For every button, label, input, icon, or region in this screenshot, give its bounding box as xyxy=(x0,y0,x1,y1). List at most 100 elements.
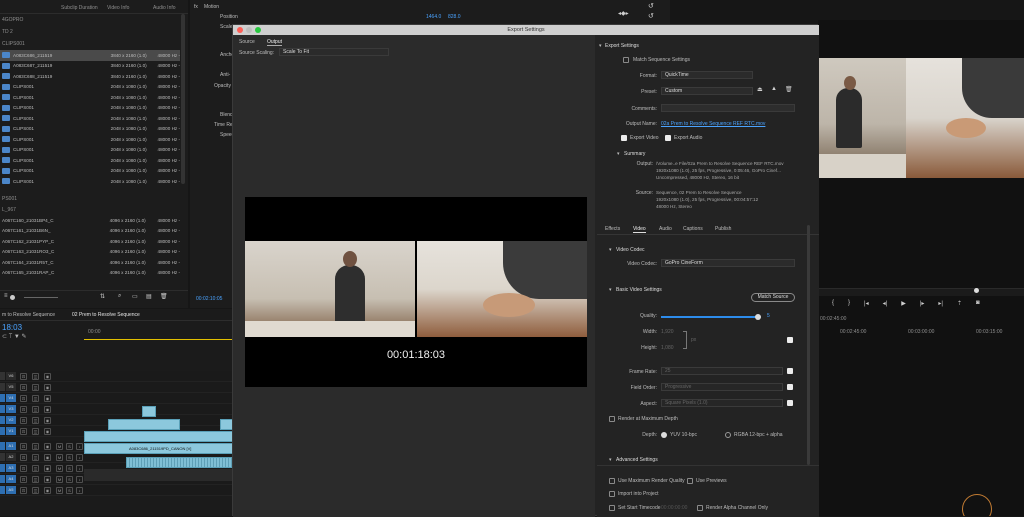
video-clip-v2[interactable] xyxy=(84,431,234,442)
sync-icon[interactable]: ◫ xyxy=(32,454,39,461)
list-view-icon[interactable]: ≡ xyxy=(4,293,8,299)
frame-rate-checkbox[interactable] xyxy=(787,368,793,374)
lock-icon[interactable]: ⊡ xyxy=(20,384,27,391)
sync-icon[interactable]: ◫ xyxy=(32,417,39,424)
mute-icon[interactable]: M xyxy=(56,443,63,450)
render-alpha-checkbox[interactable] xyxy=(697,505,703,511)
aspect-checkbox[interactable] xyxy=(787,400,793,406)
lock-icon[interactable]: ⊡ xyxy=(20,465,27,472)
track-target[interactable]: A1 xyxy=(6,442,16,450)
track-target[interactable]: V3 xyxy=(6,405,16,413)
export-audio-checkbox[interactable] xyxy=(665,135,671,141)
import-project-checkbox[interactable] xyxy=(609,491,615,497)
go-to-out-icon[interactable]: ▸| xyxy=(938,300,943,307)
mute-icon[interactable]: M xyxy=(56,465,63,472)
bin-label[interactable]: TD 2 xyxy=(2,29,13,35)
play-icon[interactable]: ▶ xyxy=(901,300,906,307)
tab-effects[interactable]: Effects xyxy=(605,226,620,232)
mute-icon[interactable]: M xyxy=(56,476,63,483)
bin-label[interactable]: PS001 xyxy=(2,196,17,202)
lock-icon[interactable]: ⊡ xyxy=(20,373,27,380)
seq-tab[interactable]: 02 Prem to Resolve Sequence xyxy=(72,312,140,318)
bin-label[interactable]: CLIPS001 xyxy=(2,41,25,47)
eye-icon[interactable]: ◉ xyxy=(44,384,51,391)
sync-icon[interactable]: ◫ xyxy=(32,428,39,435)
eye-icon[interactable]: ◉ xyxy=(44,487,51,494)
disclosure-icon[interactable]: ▾ xyxy=(609,457,612,463)
reset-icon[interactable]: ↺ xyxy=(648,2,654,10)
frame-rate-dropdown[interactable]: 25 xyxy=(661,367,783,375)
basic-video-header[interactable]: Basic Video Settings xyxy=(616,287,662,293)
keyframe-nav-icon[interactable]: ◂◆▸ xyxy=(618,10,629,17)
tab-audio[interactable]: Audio xyxy=(659,226,672,232)
mark-out-icon[interactable]: } xyxy=(848,300,850,306)
disclosure-icon[interactable]: ▾ xyxy=(609,247,612,253)
lock-icon[interactable]: ⊡ xyxy=(20,428,27,435)
track-source-patch[interactable] xyxy=(0,383,5,391)
chain-link-icon[interactable] xyxy=(683,331,687,349)
track-source-patch[interactable] xyxy=(0,486,5,494)
track-target[interactable]: A5 xyxy=(6,486,16,494)
project-item[interactable]: CLIPS001 2048 x 1080 (1.0) 48000 Hz - xyxy=(0,145,180,156)
sync-icon[interactable]: ◫ xyxy=(32,395,39,402)
settings-scrollbar[interactable] xyxy=(807,225,810,465)
delete-icon[interactable]: 🗑 xyxy=(160,293,168,300)
export-settings-header[interactable]: Export Settings xyxy=(605,43,639,49)
col-video-info[interactable]: Video Info xyxy=(107,5,129,11)
mute-icon[interactable]: M xyxy=(56,487,63,494)
bin-label[interactable]: L_967 xyxy=(2,207,16,213)
start-timecode-checkbox[interactable] xyxy=(609,505,615,511)
camera-icon[interactable]: ◙ xyxy=(976,300,980,306)
sync-icon[interactable]: ◫ xyxy=(32,443,39,450)
find-icon[interactable]: ⌕ xyxy=(118,293,121,300)
track-source-patch[interactable] xyxy=(0,394,5,402)
mic-icon[interactable]: ♪ xyxy=(76,465,83,472)
project-item[interactable]: A083C686_211519 3840 x 2160 (1.0) 48000 Hz… xyxy=(0,50,180,61)
sync-icon[interactable]: ◫ xyxy=(32,465,39,472)
new-item-icon[interactable]: ▤ xyxy=(146,293,152,300)
field-order-checkbox[interactable] xyxy=(787,384,793,390)
track-source-patch[interactable] xyxy=(0,475,5,483)
sync-icon[interactable]: ◫ xyxy=(32,373,39,380)
track-target[interactable]: V5 xyxy=(6,383,16,391)
solo-icon[interactable]: S xyxy=(66,476,73,483)
width-value[interactable]: 1,920 xyxy=(661,329,674,335)
height-value[interactable]: 1,080 xyxy=(661,345,674,351)
zoom-slider-handle[interactable] xyxy=(10,295,15,300)
sync-icon[interactable]: ◫ xyxy=(32,487,39,494)
track-source-patch[interactable] xyxy=(0,453,5,461)
timeline-timecode[interactable]: 18:03 xyxy=(2,323,22,332)
track-target[interactable]: V1 xyxy=(6,427,16,435)
project-item[interactable]: A067C164_21031R5T_C 4096 x 2160 (1.0) 4800… xyxy=(0,257,180,268)
match-source-button[interactable]: Match Source xyxy=(751,293,795,302)
project-item[interactable]: CLIPS001 2048 x 1080 (1.0) 48000 Hz - xyxy=(0,103,180,114)
eye-icon[interactable]: ◉ xyxy=(44,373,51,380)
advanced-header[interactable]: Advanced Settings xyxy=(616,457,658,463)
snap-icon[interactable]: ⊂ ⟙ ▼ ✎ xyxy=(2,333,27,341)
size-lock-checkbox[interactable] xyxy=(787,337,793,343)
video-clip-v4[interactable] xyxy=(142,406,156,417)
eye-icon[interactable]: ◉ xyxy=(44,417,51,424)
match-sequence-checkbox[interactable] xyxy=(623,57,629,63)
project-item[interactable]: A067C162_21031PYP_C 4096 x 2160 (1.0) 4800… xyxy=(0,236,180,247)
zoom-slider[interactable] xyxy=(24,297,58,298)
playhead-handle[interactable] xyxy=(974,288,979,293)
record-ring[interactable] xyxy=(962,494,992,516)
step-forward-icon[interactable]: |▸ xyxy=(920,300,925,307)
solo-icon[interactable]: S xyxy=(66,454,73,461)
project-item[interactable]: CLIPS001 2048 x 1080 (1.0) 48000 Hz - xyxy=(0,82,180,93)
col-duration[interactable]: Subclip Duration xyxy=(61,5,98,11)
lock-icon[interactable]: ⊡ xyxy=(20,417,27,424)
quality-slider-handle[interactable] xyxy=(755,314,761,320)
audio-clip-a1[interactable] xyxy=(126,457,234,468)
quality-slider[interactable] xyxy=(661,316,759,318)
solo-icon[interactable]: S xyxy=(66,465,73,472)
project-item[interactable]: A083C687_211519 3840 x 2160 (1.0) 48000 Hz… xyxy=(0,61,180,72)
use-previews-checkbox[interactable] xyxy=(687,478,693,484)
lock-icon[interactable]: ⊡ xyxy=(20,406,27,413)
project-scrollbar[interactable] xyxy=(181,14,185,184)
work-area-bar[interactable] xyxy=(84,339,234,340)
program-scrubber[interactable] xyxy=(818,288,1024,296)
preset-dropdown[interactable]: Custom xyxy=(661,87,753,95)
new-bin-icon[interactable]: ▭ xyxy=(132,293,138,300)
